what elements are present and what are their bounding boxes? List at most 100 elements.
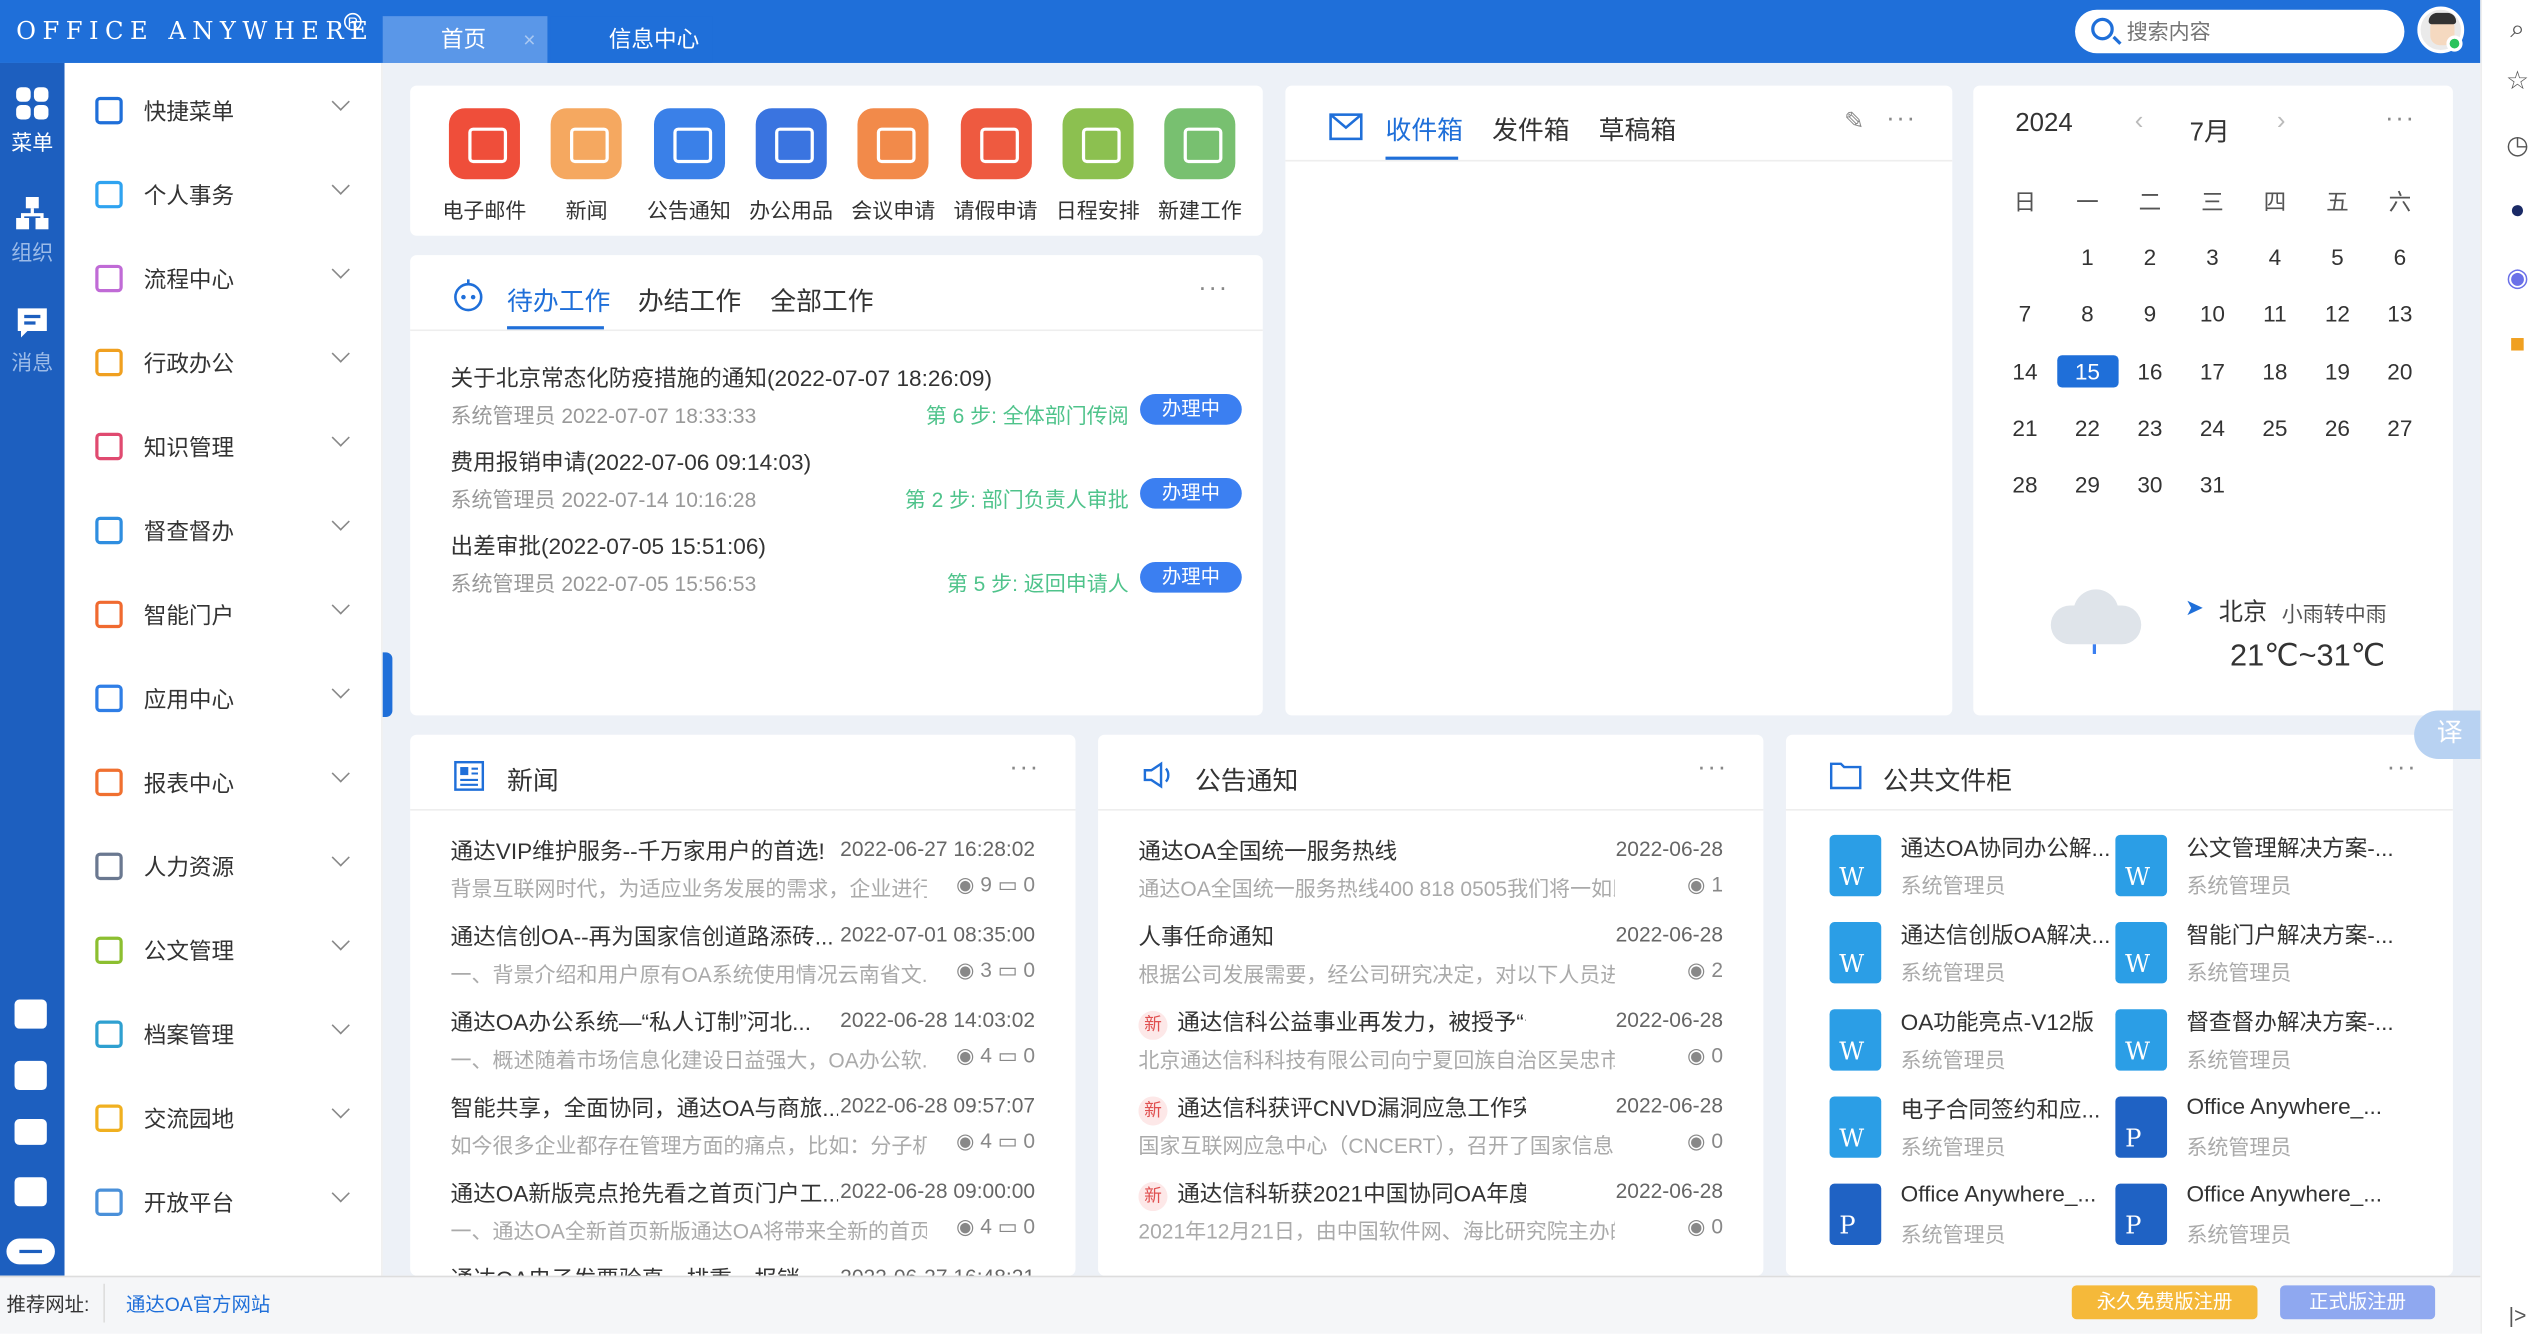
- todo-title[interactable]: 关于北京常态化防疫措施的通知(2022-07-07 18:26:09): [451, 362, 992, 394]
- file-item[interactable]: W 督查督办解决方案-... 系统管理员: [2115, 1006, 2394, 1087]
- menu-item[interactable]: 智能门户: [65, 572, 383, 656]
- chevron-down-icon[interactable]: [331, 428, 350, 447]
- notice-title[interactable]: 新通达信科公益事业再发力，被授予“公益爱...: [1138, 1006, 1526, 1040]
- calendar-day[interactable]: 10: [2182, 298, 2243, 330]
- menu-item[interactable]: 公文管理: [65, 908, 383, 992]
- more-icon[interactable]: ···: [1697, 754, 1728, 783]
- notice-item[interactable]: 新通达信科获评CNVD漏洞应急工作突出贡献... 2022-06-28国家互联网应…: [1138, 1092, 1723, 1176]
- sidebar-collapse-handle[interactable]: [382, 652, 393, 717]
- chevron-down-icon[interactable]: [331, 1184, 350, 1203]
- next-month-icon[interactable]: ›: [2277, 108, 2286, 137]
- search-box[interactable]: [2075, 9, 2405, 54]
- notice-title[interactable]: 新通达信科获评CNVD漏洞应急工作突出贡献...: [1138, 1092, 1526, 1126]
- chevron-down-icon[interactable]: [331, 1016, 350, 1035]
- calendar-day[interactable]: 7: [1994, 298, 2055, 330]
- search-input[interactable]: [2126, 16, 2386, 47]
- todo-item[interactable]: 费用报销申请(2022-07-06 09:14:03) 系统管理员 2022-07…: [451, 446, 1242, 530]
- news-item[interactable]: 通达OA新版亮点抢先看之首页门户工... 2022-06-28 09:00:00 一…: [451, 1177, 1036, 1261]
- more-icon[interactable]: ···: [1886, 105, 1917, 134]
- monitor-icon[interactable]: [14, 999, 47, 1029]
- calendar-day[interactable]: 13: [2369, 298, 2430, 330]
- menu-item[interactable]: 交流园地: [65, 1075, 383, 1159]
- todo-title[interactable]: 出差审批(2022-07-05 15:51:06): [451, 530, 766, 562]
- chevron-down-icon[interactable]: [331, 680, 350, 699]
- quick-app-button[interactable]: 电子邮件: [436, 108, 533, 224]
- menu-item[interactable]: 应用中心: [65, 656, 383, 740]
- chevron-down-icon[interactable]: [331, 512, 350, 531]
- tab-drafts[interactable]: 草稿箱: [1599, 108, 1677, 147]
- calendar-day[interactable]: 3: [2182, 241, 2243, 273]
- quick-app-button[interactable]: 公告通知: [640, 108, 737, 224]
- calendar-day[interactable]: 16: [2119, 355, 2180, 387]
- calendar-day[interactable]: 11: [2244, 298, 2305, 330]
- notice-title[interactable]: 新通达信科斩获2021中国协同OA年度优秀产...: [1138, 1177, 1526, 1212]
- notice-item[interactable]: 新通达信科斩获2021中国协同OA年度优秀产... 2022-06-282021年…: [1138, 1177, 1723, 1261]
- file-item[interactable]: W 智能门户解决方案-... 系统管理员: [2115, 919, 2394, 1000]
- file-name[interactable]: 智能门户解决方案-...: [2186, 919, 2393, 951]
- notice-item[interactable]: 通达OA全国统一服务热线 2022-06-28 通达OA全国统一服务热线400 81…: [1138, 835, 1723, 919]
- prev-month-icon[interactable]: ‹: [2135, 108, 2144, 137]
- calendar-day[interactable]: 5: [2307, 241, 2368, 273]
- calendar-day[interactable]: 20: [2369, 355, 2430, 387]
- notice-item[interactable]: 新通达信科公益事业再发力，被授予“公益爱... 2022-06-28北京通达信科科…: [1138, 1006, 1723, 1090]
- status-badge[interactable]: 办理中: [1140, 561, 1242, 593]
- calendar-day[interactable]: 14: [1994, 355, 2055, 387]
- calendar-day[interactable]: 24: [2182, 412, 2243, 444]
- search-icon[interactable]: ⌕: [2503, 16, 2532, 45]
- file-name[interactable]: Office Anywhere_...: [1901, 1180, 2097, 1206]
- iconbar-message[interactable]: 消息: [0, 305, 65, 376]
- todo-item[interactable]: 出差审批(2022-07-05 15:51:06) 系统管理员 2022-07-0…: [451, 530, 1242, 614]
- news-title[interactable]: 通达VIP维护服务--千万家用户的首选!: [451, 835, 839, 867]
- document-icon[interactable]: [14, 1060, 47, 1090]
- status-badge[interactable]: 办理中: [1140, 477, 1242, 509]
- calendar-day[interactable]: 12: [2307, 298, 2368, 330]
- calendar-day[interactable]: 1: [2057, 241, 2118, 273]
- calendar-day[interactable]: 2: [2119, 241, 2180, 273]
- news-title[interactable]: 智能共享，全面协同，通达OA与商旅...: [451, 1092, 839, 1124]
- gamepad-icon[interactable]: ◉: [2503, 265, 2532, 294]
- footer-link[interactable]: 通达OA官方网站: [126, 1290, 270, 1317]
- calendar-day[interactable]: 28: [1994, 469, 2055, 501]
- file-name[interactable]: 通达OA协同办公解...: [1901, 832, 2111, 864]
- file-name[interactable]: 电子合同签约和应...: [1901, 1093, 2101, 1125]
- news-item[interactable]: 智能共享，全面协同，通达OA与商旅... 2022-06-28 09:57:07 如…: [451, 1092, 1036, 1176]
- quick-app-button[interactable]: 新闻: [538, 108, 635, 224]
- file-name[interactable]: OA功能亮点-V12版: [1901, 1006, 2094, 1038]
- calendar-day[interactable]: 18: [2244, 355, 2305, 387]
- quick-app-button[interactable]: 请假申请: [947, 108, 1044, 224]
- file-item[interactable]: P Office Anywhere_... 系统管理员: [2115, 1180, 2390, 1261]
- notice-title[interactable]: 通达OA全国统一服务热线: [1138, 835, 1526, 867]
- search-icon[interactable]: [2091, 17, 2114, 41]
- star-icon[interactable]: ☆: [2503, 68, 2532, 97]
- file-item[interactable]: W 通达OA协同办公解... 系统管理员: [1829, 832, 2110, 913]
- calendar-day[interactable]: 29: [2057, 469, 2118, 501]
- notice-title[interactable]: 人事任命通知: [1138, 920, 1526, 952]
- news-title[interactable]: 通达OA新版亮点抢先看之首页门户工...: [451, 1177, 839, 1209]
- calendar-day[interactable]: 19: [2307, 355, 2368, 387]
- chevron-down-icon[interactable]: [331, 176, 350, 195]
- news-title[interactable]: 通达信创OA--再为国家信创道路添砖...: [451, 920, 839, 952]
- calendar-day[interactable]: 6: [2369, 241, 2430, 273]
- file-name[interactable]: 公文管理解决方案-...: [2186, 832, 2393, 864]
- translate-button[interactable]: 译: [2414, 710, 2481, 759]
- file-item[interactable]: W 电子合同签约和应... 系统管理员: [1829, 1093, 2105, 1174]
- quick-app-button[interactable]: 会议申请: [845, 108, 942, 224]
- chevron-down-icon[interactable]: [331, 260, 350, 279]
- more-icon[interactable]: ···: [1198, 275, 1229, 304]
- clock-icon[interactable]: ◷: [2503, 132, 2532, 161]
- calendar-day[interactable]: 17: [2182, 355, 2243, 387]
- file-name[interactable]: Office Anywhere_...: [2186, 1093, 2382, 1119]
- calendar-day[interactable]: 15: [2056, 354, 2119, 387]
- chevron-down-icon[interactable]: [331, 932, 350, 951]
- menu-item[interactable]: 知识管理: [65, 404, 383, 488]
- file-item[interactable]: W 公文管理解决方案-... 系统管理员: [2115, 832, 2394, 913]
- more-icon[interactable]: ···: [1009, 754, 1040, 783]
- tab-finished-work[interactable]: 办结工作: [638, 279, 741, 318]
- menu-item[interactable]: 个人事务: [65, 152, 383, 236]
- calendar-day[interactable]: 8: [2057, 298, 2118, 330]
- menu-item[interactable]: 行政办公: [65, 320, 383, 404]
- tab-inbox[interactable]: 收件箱: [1385, 108, 1463, 147]
- todo-title[interactable]: 费用报销申请(2022-07-06 09:14:03): [451, 446, 812, 478]
- status-badge[interactable]: 办理中: [1140, 394, 1242, 425]
- menu-item[interactable]: 流程中心: [65, 236, 383, 320]
